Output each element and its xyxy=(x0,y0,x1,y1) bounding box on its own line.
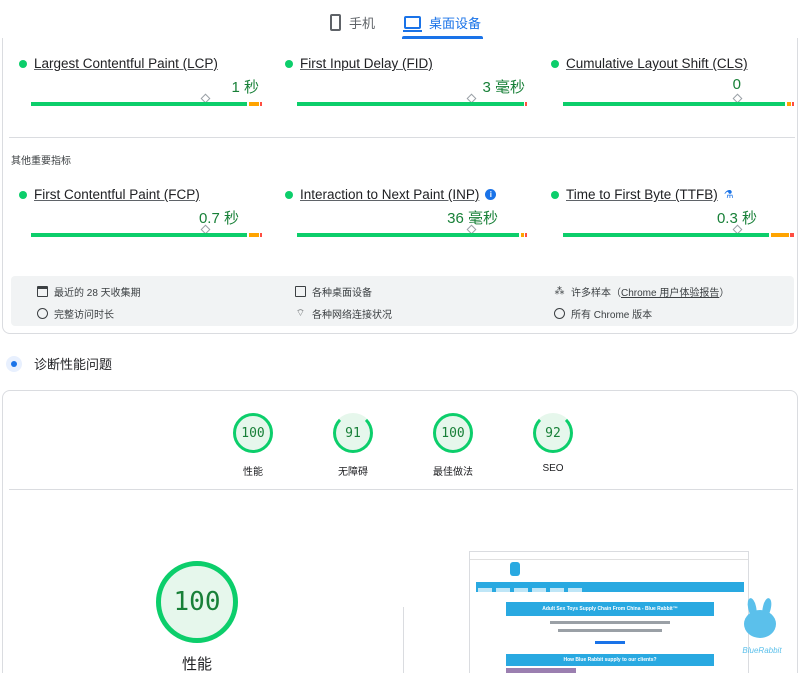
thumb-banner-2: How Blue Rabbit supply to our clients? xyxy=(506,654,714,666)
desktop-icon xyxy=(403,15,422,32)
devices-icon xyxy=(295,286,306,297)
metric-fcp: First Contentful Paint (FCP) 0.7 秒 xyxy=(19,187,262,247)
metric-inp-name[interactable]: Interaction to Next Paint (INP) xyxy=(300,187,479,202)
metric-cls-value: 0 xyxy=(732,76,741,93)
info-samples-suffix: ） xyxy=(719,288,730,299)
metric-fid: First Input Delay (FID) 3 毫秒 xyxy=(285,56,528,116)
good-status-dot xyxy=(285,190,293,199)
score-gauge-accessibility[interactable]: 91 无障碍 xyxy=(333,413,373,478)
diagnose-icon xyxy=(6,355,22,372)
distribution-bar xyxy=(297,233,528,237)
info-versions: 所有 Chrome 版本 xyxy=(554,306,652,321)
chrome-icon xyxy=(554,308,565,319)
samples-dots-icon: ⁂ xyxy=(554,286,565,297)
device-tabs: 手机 桌面设备 xyxy=(0,0,800,39)
diagnose-section-header: 诊断性能问题 xyxy=(6,354,112,373)
section-divider xyxy=(9,489,793,490)
info-icon[interactable]: i xyxy=(485,189,497,200)
info-period: 最近的 28 天收集期 xyxy=(37,284,141,299)
info-network: ⌔ 各种网络连接状况 xyxy=(295,306,392,321)
thumb-banner: Adult Sex Toys Supply Chain From China -… xyxy=(506,602,714,616)
metric-cls: Cumulative Layout Shift (CLS) 0 xyxy=(551,56,794,116)
score-label: 最佳做法 xyxy=(433,467,473,478)
score-label: 无障碍 xyxy=(338,467,368,478)
score-gauge-best-practices[interactable]: 100 最佳做法 xyxy=(433,413,473,478)
metric-lcp-value: 1 秒 xyxy=(231,79,259,96)
score-ring: 91 xyxy=(333,413,373,453)
thumb-image xyxy=(506,668,576,673)
thumb-logo xyxy=(510,562,520,576)
metric-inp: Interaction to Next Paint (INP) i 36 毫秒 xyxy=(285,187,528,247)
score-label: 性能 xyxy=(243,467,263,478)
main-performance-label: 性能 xyxy=(181,656,212,673)
tab-mobile[interactable]: 手机 xyxy=(330,8,375,36)
wifi-icon: ⌔ xyxy=(295,308,306,319)
thumb-nav xyxy=(476,582,744,592)
info-period-text: 最近的 28 天收集期 xyxy=(54,288,141,299)
metric-ttfb-name[interactable]: Time to First Byte (TTFB) xyxy=(566,187,718,202)
thumb-text-line xyxy=(550,621,670,624)
score-label: SEO xyxy=(542,463,564,474)
other-metrics-label: 其他重要指标 xyxy=(11,156,71,167)
metric-lcp-name[interactable]: Largest Contentful Paint (LCP) xyxy=(34,56,218,71)
distribution-bar xyxy=(31,102,262,106)
diagnose-title: 诊断性能问题 xyxy=(34,357,113,372)
crux-report-link[interactable]: Chrome 用户体验报告 xyxy=(621,284,719,299)
info-duration-text: 完整访问时长 xyxy=(54,310,114,321)
metric-fid-name[interactable]: First Input Delay (FID) xyxy=(300,56,433,71)
score-ring: 92 xyxy=(533,413,573,453)
collection-info-strip: 最近的 28 天收集期 完整访问时长 各种桌面设备 ⌔ 各种网络连接状况 ⁂ 许… xyxy=(11,276,794,326)
good-status-dot xyxy=(551,190,559,199)
timer-icon xyxy=(37,308,48,319)
metric-ttfb: Time to First Byte (TTFB) ⚗ 0.3 秒 xyxy=(551,187,794,247)
phone-icon xyxy=(330,13,341,31)
distribution-bar xyxy=(563,102,794,106)
field-data-card: Largest Contentful Paint (LCP) 1 秒 First… xyxy=(2,38,798,334)
tab-desktop-label: 桌面设备 xyxy=(429,15,482,31)
lab-flask-icon[interactable]: ⚗ xyxy=(724,188,734,201)
main-performance-gauge: 100 xyxy=(156,561,238,643)
metric-cls-name[interactable]: Cumulative Layout Shift (CLS) xyxy=(566,56,748,71)
tab-desktop[interactable]: 桌面设备 xyxy=(401,8,484,39)
info-duration: 完整访问时长 xyxy=(37,306,114,321)
lab-data-card: 100 性能 91 无障碍 100 最佳做法 92 SEO 100 性能 Adu… xyxy=(2,390,798,673)
thumb-link-line xyxy=(595,641,625,644)
metric-fcp-name[interactable]: First Contentful Paint (FCP) xyxy=(34,187,200,202)
metric-lcp: Largest Contentful Paint (LCP) 1 秒 xyxy=(19,56,262,116)
good-status-dot xyxy=(19,59,27,68)
section-divider xyxy=(9,137,795,138)
watermark-text: BlueRabbit xyxy=(742,646,782,655)
calendar-icon xyxy=(37,286,48,297)
info-network-text: 各种网络连接状况 xyxy=(312,310,392,321)
score-ring: 100 xyxy=(233,413,273,453)
info-samples-prefix: 许多样本（ xyxy=(571,288,621,299)
metric-fid-value: 3 毫秒 xyxy=(482,79,525,96)
info-devices-text: 各种桌面设备 xyxy=(312,288,372,299)
bluerabbit-watermark-logo: BlueRabbit xyxy=(736,597,786,660)
score-gauge-seo[interactable]: 92 SEO xyxy=(533,413,573,474)
good-status-dot xyxy=(551,59,559,68)
good-status-dot xyxy=(19,190,27,199)
vertical-divider xyxy=(403,607,404,673)
distribution-bar xyxy=(297,102,528,106)
info-samples: ⁂ 许多样本（ Chrome 用户体验报告） xyxy=(554,284,730,299)
distribution-bar xyxy=(31,233,262,237)
info-versions-text: 所有 Chrome 版本 xyxy=(571,310,653,321)
tab-mobile-label: 手机 xyxy=(349,15,376,31)
thumb-text-line xyxy=(558,629,662,632)
good-status-dot xyxy=(285,59,293,68)
distribution-bar xyxy=(563,233,794,237)
score-ring: 100 xyxy=(433,413,473,453)
score-gauge-performance[interactable]: 100 性能 xyxy=(233,413,273,478)
thumb-topbar xyxy=(470,552,748,560)
page-screenshot-thumbnail: Adult Sex Toys Supply Chain From China -… xyxy=(469,551,749,673)
info-devices: 各种桌面设备 xyxy=(295,284,372,299)
